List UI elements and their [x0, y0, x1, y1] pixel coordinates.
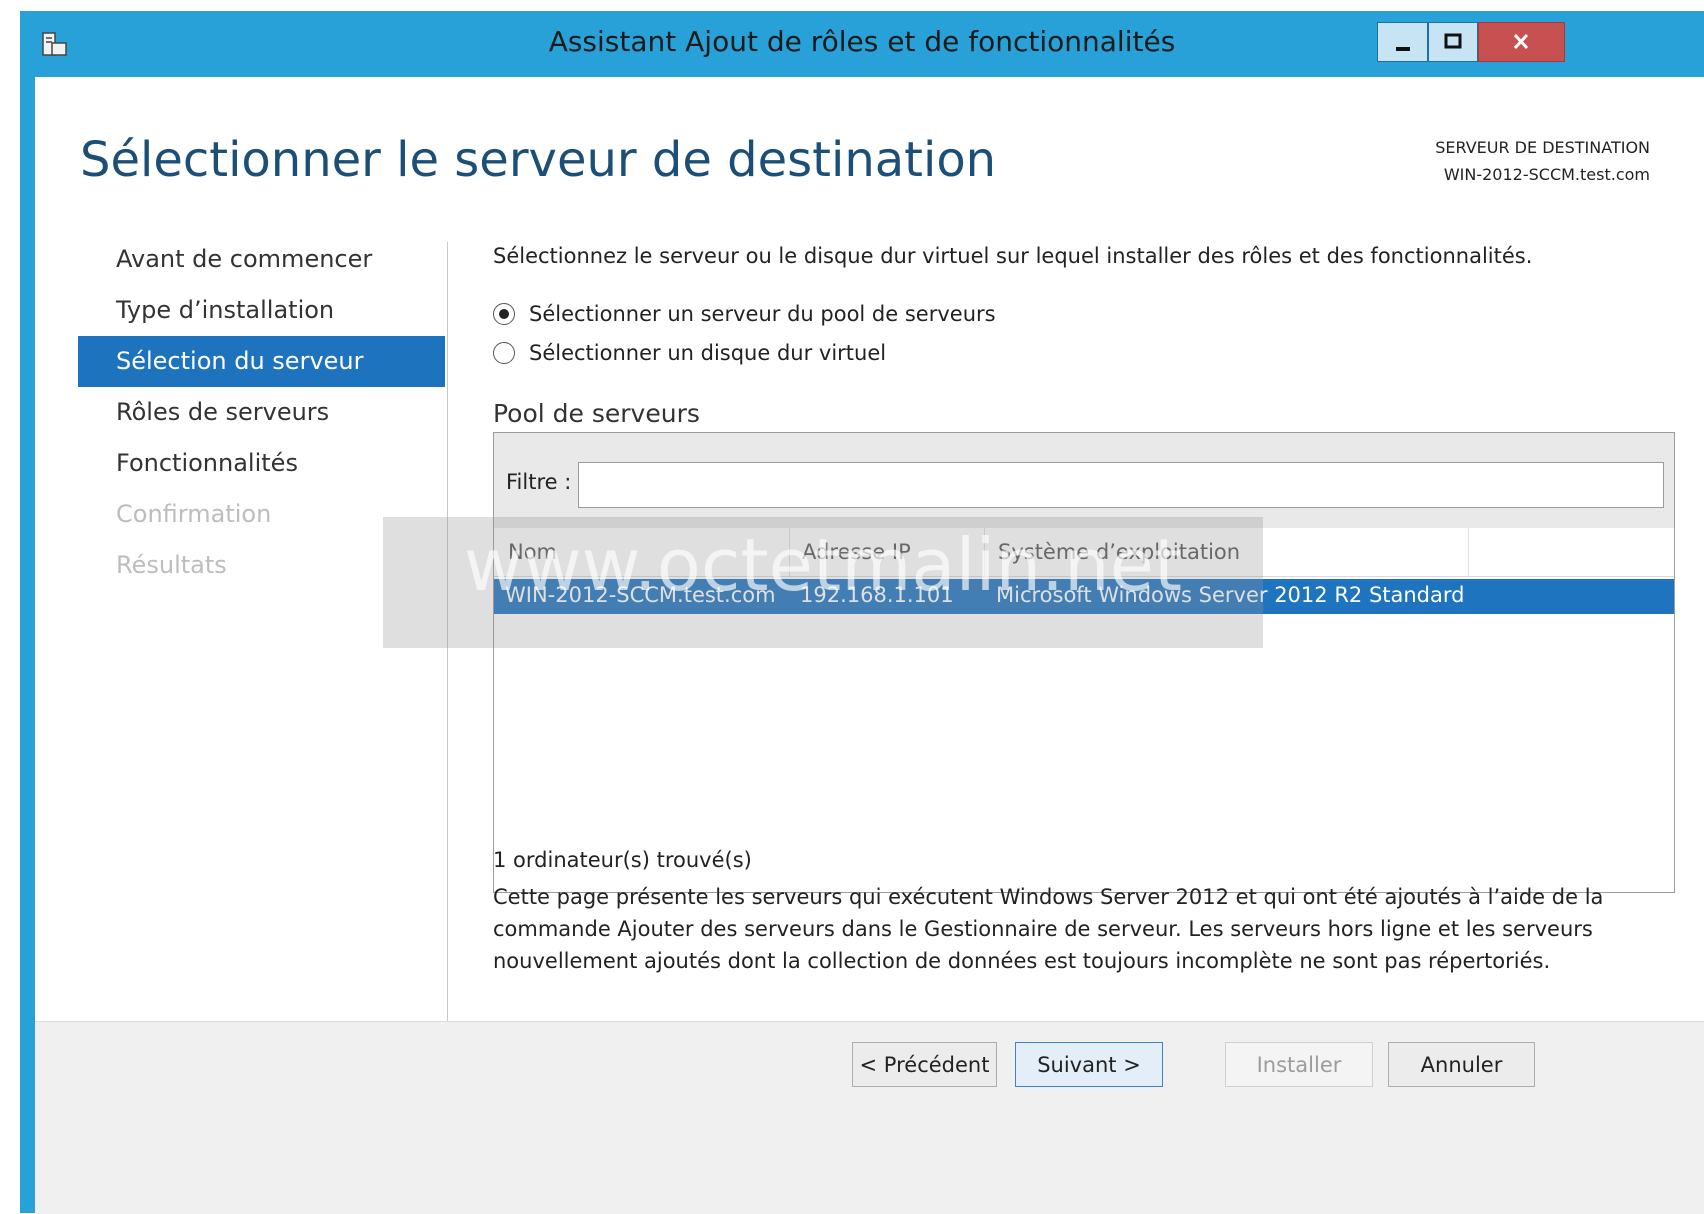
- nav-item-avant-de-commencer[interactable]: Avant de commencer: [78, 234, 445, 285]
- nav-item-fonctionnalites[interactable]: Fonctionnalités: [78, 438, 445, 489]
- server-pool-panel: Filtre : Nom Adresse IP Système d’exploi…: [493, 432, 1675, 893]
- pool-section-title: Pool de serveurs: [493, 399, 700, 428]
- option-virtual-disk[interactable]: Sélectionner un disque dur virtuel: [493, 338, 886, 368]
- radio-unchecked-icon[interactable]: [493, 342, 515, 364]
- close-icon: [1513, 33, 1529, 50]
- filter-label: Filtre :: [506, 470, 572, 494]
- close-button[interactable]: [1478, 22, 1565, 62]
- radio-checked-icon[interactable]: [493, 303, 515, 325]
- wizard-body: Sélectionner le serveur de destination S…: [35, 77, 1704, 1214]
- next-button[interactable]: Suivant >: [1015, 1042, 1163, 1087]
- minimize-button[interactable]: [1377, 22, 1428, 62]
- filter-input[interactable]: [578, 462, 1664, 508]
- previous-button[interactable]: < Précédent: [852, 1042, 997, 1087]
- filter-bar: Filtre :: [494, 433, 1674, 528]
- destination-label: SERVEUR DE DESTINATION: [1435, 138, 1650, 157]
- option-virtual-disk-label: Sélectionner un disque dur virtuel: [529, 341, 887, 365]
- title-bar[interactable]: Assistant Ajout de rôles et de fonctionn…: [20, 11, 1704, 77]
- page-title: Sélectionner le serveur de destination: [80, 132, 997, 188]
- nav-item-roles-serveurs[interactable]: Rôles de serveurs: [78, 387, 445, 438]
- result-count: 1 ordinateur(s) trouvé(s): [493, 848, 752, 872]
- cancel-button[interactable]: Annuler: [1388, 1042, 1535, 1087]
- watermark: www.octetmalin.net: [383, 517, 1263, 648]
- maximize-icon: [1444, 33, 1462, 49]
- option-server-pool[interactable]: Sélectionner un serveur du pool de serve…: [493, 299, 996, 329]
- info-text: Cette page présente les serveurs qui exé…: [493, 885, 1604, 973]
- page-description: Sélectionnez le serveur ou le disque dur…: [493, 244, 1533, 268]
- destination-server: WIN-2012-SCCM.test.com: [1443, 165, 1650, 184]
- wizard-window: Assistant Ajout de rôles et de fonctionn…: [20, 11, 1704, 1214]
- column-separator[interactable]: [1468, 528, 1469, 576]
- install-button: Installer: [1225, 1042, 1373, 1087]
- maximize-button[interactable]: [1428, 22, 1478, 62]
- destination-server-info: SERVEUR DE DESTINATION WIN-2012-SCCM.tes…: [1435, 134, 1650, 188]
- nav-item-type-installation[interactable]: Type d’installation: [78, 285, 445, 336]
- option-server-pool-label: Sélectionner un serveur du pool de serve…: [529, 302, 996, 326]
- minimize-icon: [1396, 47, 1410, 51]
- nav-divider: [447, 242, 448, 1140]
- nav-item-selection-serveur[interactable]: Sélection du serveur: [78, 336, 445, 387]
